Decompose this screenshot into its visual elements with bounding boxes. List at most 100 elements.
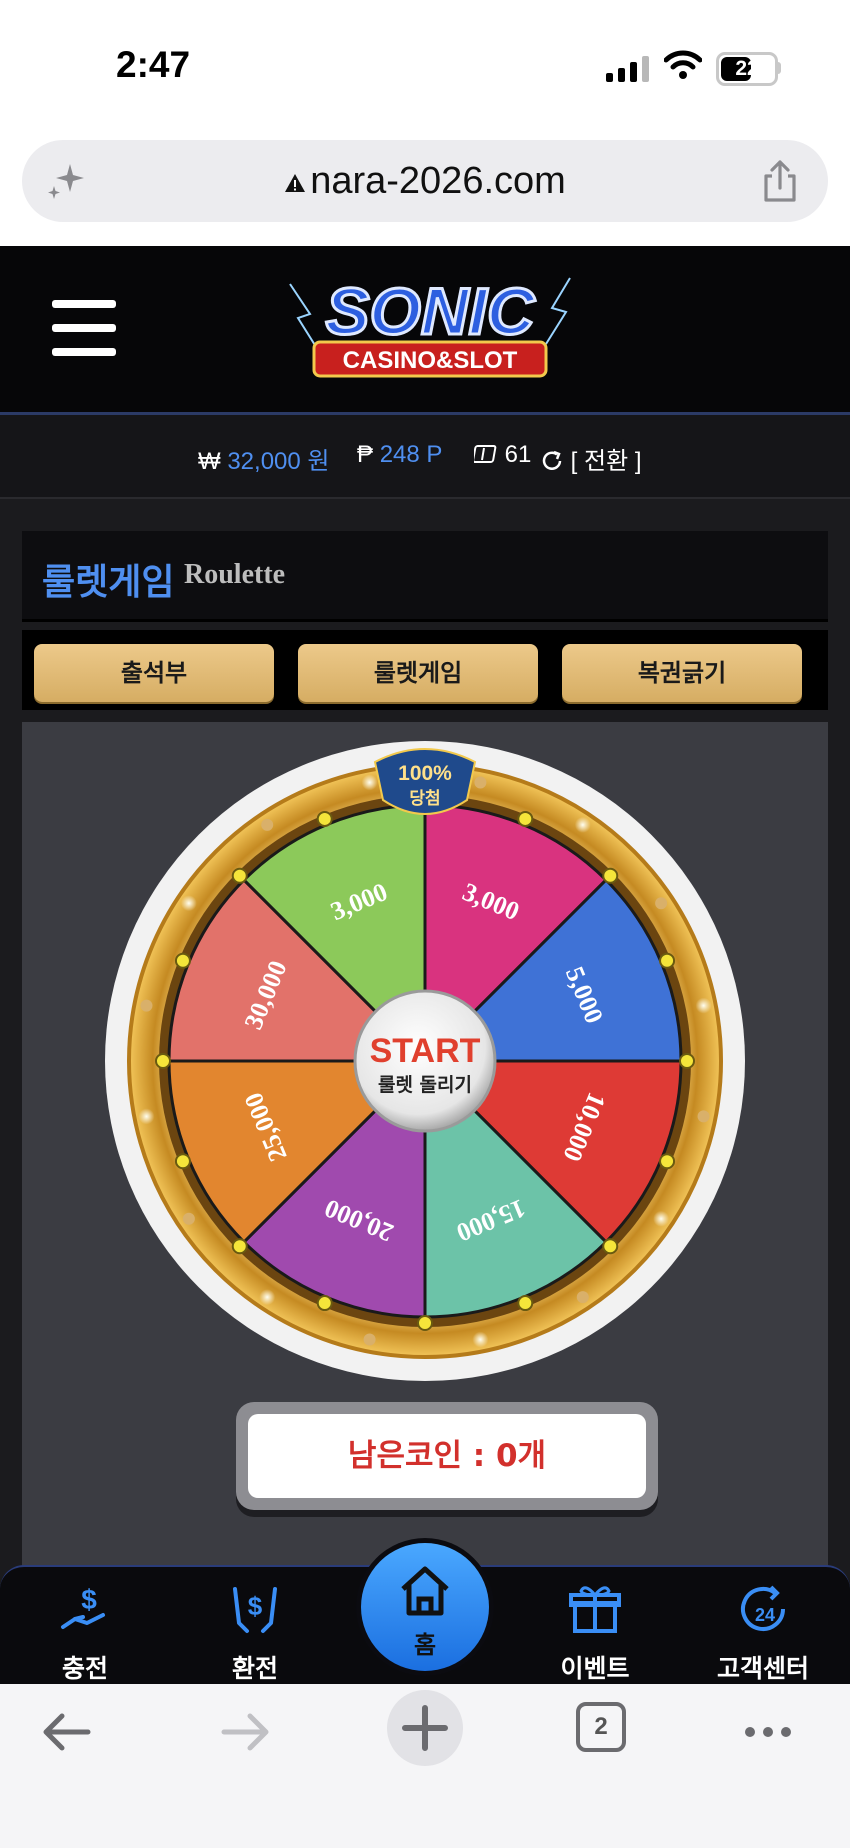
support-24-icon: 24	[741, 1585, 785, 1631]
address-bar[interactable]: nara-2026.com	[22, 140, 828, 222]
tab-lottery[interactable]: 복권긁기	[562, 644, 802, 702]
nav-home[interactable]: 홈	[356, 1538, 494, 1676]
ticket-balance: 61	[472, 441, 532, 469]
wheel-bulb	[259, 1289, 276, 1306]
wheel-bulb	[655, 897, 668, 910]
cellular-signal-icon	[606, 56, 649, 82]
refresh-icon	[542, 450, 562, 470]
nav-event[interactable]: 이벤트	[520, 1567, 670, 1686]
nav-support-label: 고객센터	[716, 1654, 809, 1683]
wheel-bulb	[472, 1331, 489, 1348]
sonic-logo[interactable]: SONIC CASINO&SLOT	[270, 264, 590, 390]
wheel-stud	[316, 810, 333, 827]
wheel-bulb	[363, 1333, 376, 1346]
wheel-stud	[659, 952, 676, 969]
tabs-count-button[interactable]: 2	[576, 1702, 626, 1752]
logo-sub-text: CASINO&SLOT	[343, 347, 518, 374]
wheel-stud	[174, 1153, 191, 1170]
svg-text:$: $	[81, 1584, 97, 1615]
wheel-bulb	[182, 1212, 195, 1225]
point-icon: ₱	[357, 441, 374, 468]
start-sub-label[interactable]: 룰렛 돌리기	[378, 1074, 472, 1096]
wheel-bulb	[180, 895, 197, 912]
status-bar: 2:47 22	[0, 0, 850, 135]
wheel-stud	[417, 1315, 433, 1331]
nav-deposit[interactable]: $ 충전	[10, 1567, 160, 1686]
tab-roulette[interactable]: 룰렛게임	[298, 644, 538, 702]
wheel-bulb	[361, 774, 378, 791]
game-tabs: 출석부 룰렛게임 복권긁기	[22, 630, 828, 710]
section-title: 룰렛게임 Roulette	[22, 531, 828, 622]
wheel-stud	[517, 810, 534, 827]
menu-icon[interactable]	[52, 300, 116, 356]
wheel-bulb	[261, 818, 274, 831]
share-icon[interactable]	[757, 158, 803, 204]
wheel-bulb	[138, 1108, 155, 1125]
cash-value: 32,000 원	[227, 448, 330, 475]
wifi-icon	[664, 50, 702, 79]
nav-support[interactable]: 24 고객센터	[688, 1567, 838, 1686]
wheel-stud	[174, 952, 191, 969]
browser-toolbar: 2	[0, 1684, 850, 1848]
badge-bottom-label: 당첨	[409, 788, 440, 809]
url-text[interactable]: nara-2026.com	[22, 140, 828, 222]
convert-label: [ 전환 ]	[570, 448, 642, 475]
point-balance: ₱ 248 P	[357, 441, 442, 469]
roulette-wheel[interactable]: 3,0005,00010,00015,00020,00025,00030,000…	[102, 736, 748, 1386]
wheel-bulb	[576, 1291, 589, 1304]
more-icon[interactable]	[740, 1704, 796, 1760]
section-title-en: Roulette	[184, 559, 286, 590]
gift-icon	[569, 1586, 621, 1633]
wheel-stud	[316, 1295, 333, 1312]
badge-top-label: 100%	[398, 762, 452, 785]
plus-icon	[402, 1705, 448, 1751]
start-label[interactable]: START	[370, 1032, 481, 1070]
home-icon	[401, 1566, 449, 1616]
status-time: 2:47	[116, 44, 191, 85]
site-header: SONIC CASINO&SLOT	[0, 246, 850, 415]
nav-home-label: 홈	[413, 1631, 437, 1659]
convert-button[interactable]: [ 전환 ]	[540, 441, 642, 476]
nav-deposit-label: 충전	[61, 1654, 108, 1683]
forward-arrow-icon[interactable]	[218, 1704, 274, 1760]
remaining-coins-label: 남은코인 : 0개	[248, 1414, 646, 1498]
won-icon: ₩	[198, 448, 221, 475]
wheel-bulb	[574, 816, 591, 833]
url-label: nara-2026.com	[310, 160, 566, 202]
site-content: SONIC CASINO&SLOT ₩ 32,000 원 ₱ 248 P 61 …	[0, 246, 850, 1684]
svg-text:$: $	[248, 1591, 263, 1621]
wheel-bulb	[653, 1210, 670, 1227]
wheel-stud	[155, 1053, 171, 1069]
wheel-stud	[602, 867, 619, 884]
nav-event-label: 이벤트	[560, 1654, 630, 1683]
back-arrow-icon[interactable]	[38, 1704, 94, 1760]
wheel-bulb	[697, 1110, 710, 1123]
balance-bar: ₩ 32,000 원 ₱ 248 P 61 [ 전환 ]	[0, 415, 850, 499]
battery-icon: 22	[716, 52, 778, 86]
wheel-stud	[231, 867, 248, 884]
deposit-icon: $	[61, 1584, 105, 1629]
nav-withdraw-label: 환전	[231, 1654, 278, 1683]
section-title-ko: 룰렛게임	[42, 562, 175, 603]
new-tab-button[interactable]	[387, 1690, 463, 1766]
wheel-stud	[659, 1153, 676, 1170]
nav-withdraw[interactable]: $ 환전	[180, 1567, 330, 1686]
tab-attendance[interactable]: 출석부	[34, 644, 274, 702]
logo-main-text: SONIC	[325, 274, 535, 348]
battery-level: 22	[735, 57, 759, 80]
wheel-bulb	[695, 997, 712, 1014]
points-value: 248 P	[379, 441, 443, 468]
ticket-icon	[472, 445, 497, 463]
wheel-stud	[602, 1238, 619, 1255]
cash-balance: ₩ 32,000 원	[198, 441, 329, 476]
wheel-stud	[231, 1238, 248, 1255]
wheel-bulb	[140, 999, 153, 1012]
tickets-value: 61	[504, 441, 532, 468]
remaining-coins-box: 남은코인 : 0개	[236, 1402, 658, 1510]
svg-text:24: 24	[755, 1605, 775, 1625]
wheel-stud	[517, 1295, 534, 1312]
withdraw-icon: $	[233, 1587, 277, 1633]
wheel-bulb	[474, 776, 487, 789]
warning-icon	[285, 174, 306, 192]
wheel-stud	[679, 1053, 695, 1069]
